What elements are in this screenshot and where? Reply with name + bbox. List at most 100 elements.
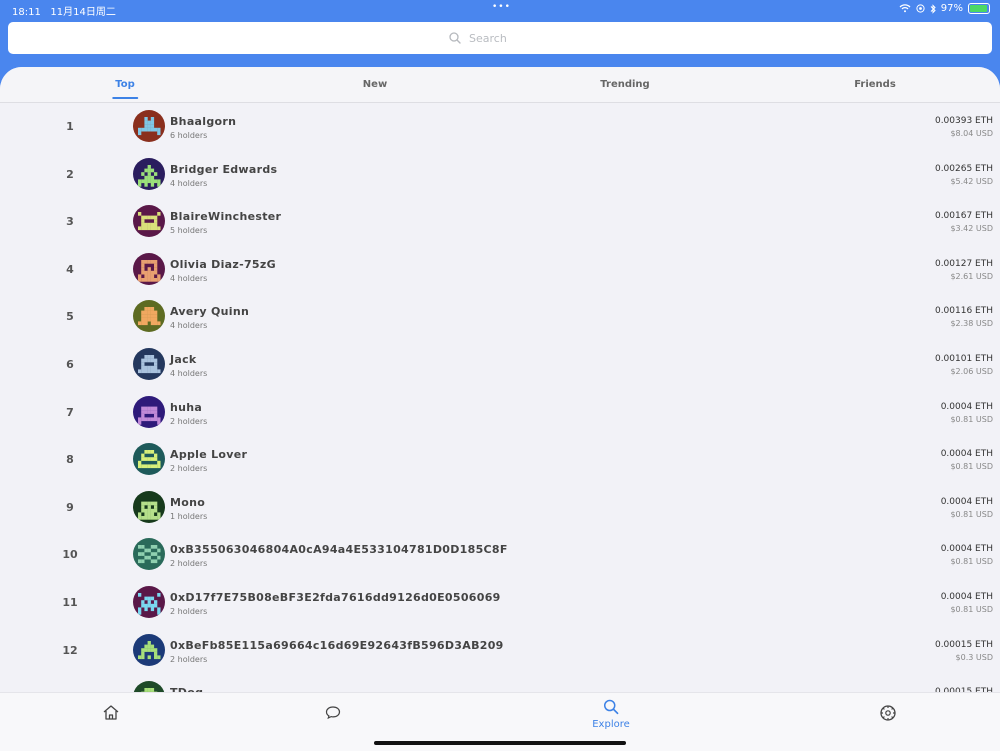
leaderboard-row[interactable]: 2 Bridger Edwards 4 holders 0.00265 ETH … [0,151,1000,199]
price-usd: $0.81 USD [950,604,993,614]
location-icon [916,4,925,13]
wifi-icon [899,4,911,13]
bluetooth-icon [930,3,936,14]
price-usd: $0.81 USD [950,462,993,472]
avatar[interactable] [133,157,165,190]
price-eth: 0.00265 ETH [934,163,993,174]
avatar[interactable] [133,490,165,523]
avatar[interactable] [133,585,165,618]
avatar[interactable] [133,110,165,142]
leaderboard-row[interactable]: 6 Jack 4 holders 0.00101 ETH $2.06 USD [0,341,1000,389]
leaderboard-row[interactable]: 11 0xD17f7E75B08eBF3E2fda7616dd9126d0E05… [0,579,1000,627]
avatar[interactable] [133,252,165,285]
price-eth: 0.0004 ETH [940,496,993,507]
price-eth: 0.0004 ETH [940,544,993,555]
leaderboard-row[interactable]: 5 Avery Quinn 4 holders 0.00116 ETH $2.3… [0,293,1000,341]
holders-count: 4 holders [170,178,208,188]
price-usd: $2.38 USD [950,319,993,329]
price-usd: $2.61 USD [950,271,993,281]
tab-active-indicator [112,97,138,99]
rank-number: 6 [66,357,74,371]
avatar-pixel-art-icon [133,157,165,190]
battery-icon [968,3,990,14]
avatar[interactable] [133,538,165,571]
tab-bar: Top New Trending Friends [0,67,1000,103]
tab-trending-label: Trending [600,79,650,90]
price-usd: $8.04 USD [950,129,993,138]
leaderboard-row[interactable]: 9 Mono 1 holders 0.0004 ETH $0.81 USD [0,484,1000,532]
avatar[interactable] [133,347,165,380]
rank-number: 8 [66,453,74,467]
avatar-pixel-art-icon [133,205,165,238]
price-eth: 0.00127 ETH [934,258,993,269]
nav-settings[interactable] [879,704,897,726]
avatar-pixel-art-icon [133,347,165,380]
avatar-pixel-art-icon [133,110,165,142]
leaderboard-row[interactable]: 12 0xBeFb85E115a69664c16d69E92643fB596D3… [0,627,1000,675]
rank-number: 5 [66,310,74,324]
main-panel: Top New Trending Friends 1 Bhaalgorn 6 h… [0,67,1000,750]
avatar-pixel-art-icon [133,633,165,666]
tab-top[interactable]: Top [112,79,138,99]
holders-count: 1 holders [170,511,208,521]
status-time-date: 18:11 11月14日周二 [12,3,116,18]
price-usd: $5.42 USD [950,176,993,186]
search-input[interactable] [467,30,551,46]
creator-name: 0xD17f7E75B08eBF3E2fda7616dd9126d0E05060… [170,590,501,604]
creator-name: Bridger Edwards [170,162,278,176]
avatar[interactable] [133,633,165,666]
tab-new-label: New [362,79,388,90]
leaderboard-row[interactable]: 1 Bhaalgorn 6 holders 0.00393 ETH $8.04 … [0,103,1000,151]
nav-home[interactable] [102,704,120,725]
creator-name: Olivia Diaz-75zG [170,257,276,271]
avatar[interactable] [133,205,165,238]
avatar[interactable] [133,443,165,476]
leaderboard-list: 1 Bhaalgorn 6 holders 0.00393 ETH $8.04 … [0,103,1000,722]
avatar-pixel-art-icon [133,490,165,523]
nav-explore-label: Explore [592,719,630,730]
holders-count: 2 holders [170,559,208,569]
home-indicator[interactable] [374,741,626,745]
home-icon [103,705,119,720]
avatar-pixel-art-icon [133,538,165,571]
price-usd: $0.81 USD [950,414,993,424]
leaderboard-row[interactable]: 3 BlaireWinchester 5 holders 0.00167 ETH… [0,198,1000,246]
price-usd: $0.3 USD [955,652,993,662]
search-icon [449,32,461,44]
price-eth: 0.0004 ETH [940,401,993,412]
price-eth: 0.00015 ETH [934,639,993,650]
gear-icon [880,705,896,721]
holders-count: 5 holders [170,226,208,236]
avatar[interactable] [133,395,165,428]
multitasking-dots-icon[interactable]: ••• [492,2,511,12]
leaderboard-row[interactable]: 8 Apple Lover 2 holders 0.0004 ETH $0.81… [0,436,1000,484]
price-eth: 0.00167 ETH [934,211,993,222]
search-bar[interactable] [8,22,992,54]
search-icon [603,699,619,715]
status-date: 11月14日周二 [50,7,116,18]
tab-friends[interactable]: Friends [854,79,896,90]
holders-count: 2 holders [170,416,208,426]
price-eth: 0.00116 ETH [934,306,993,317]
rank-number: 4 [66,262,74,276]
price-usd: $3.42 USD [950,224,993,234]
creator-name: Avery Quinn [170,305,250,319]
avatar[interactable] [133,300,165,333]
creator-name: Apple Lover [170,448,248,462]
price-eth: 0.00393 ETH [934,116,993,126]
avatar-pixel-art-icon [133,395,165,428]
tab-trending[interactable]: Trending [600,79,649,90]
creator-name: 0xBeFb85E115a69664c16d69E92643fB596D3AB2… [170,638,504,652]
creator-name: Bhaalgorn [170,115,237,128]
leaderboard-row[interactable]: 4 Olivia Diaz-75zG 4 holders 0.00127 ETH… [0,246,1000,294]
rank-number: 10 [62,548,78,562]
status-indicators: 97% [899,3,990,14]
holders-count: 4 holders [170,273,208,283]
leaderboard-row[interactable]: 7 huha 2 holders 0.0004 ETH $0.81 USD [0,389,1000,437]
nav-explore[interactable]: Explore [592,699,630,730]
price-eth: 0.0004 ETH [940,591,993,602]
holders-count: 2 holders [170,464,208,474]
leaderboard-row[interactable]: 10 0xB355063046804A0cA94a4E533104781D0D1… [0,531,1000,579]
tab-new[interactable]: New [363,79,387,90]
nav-chat[interactable] [325,705,342,724]
